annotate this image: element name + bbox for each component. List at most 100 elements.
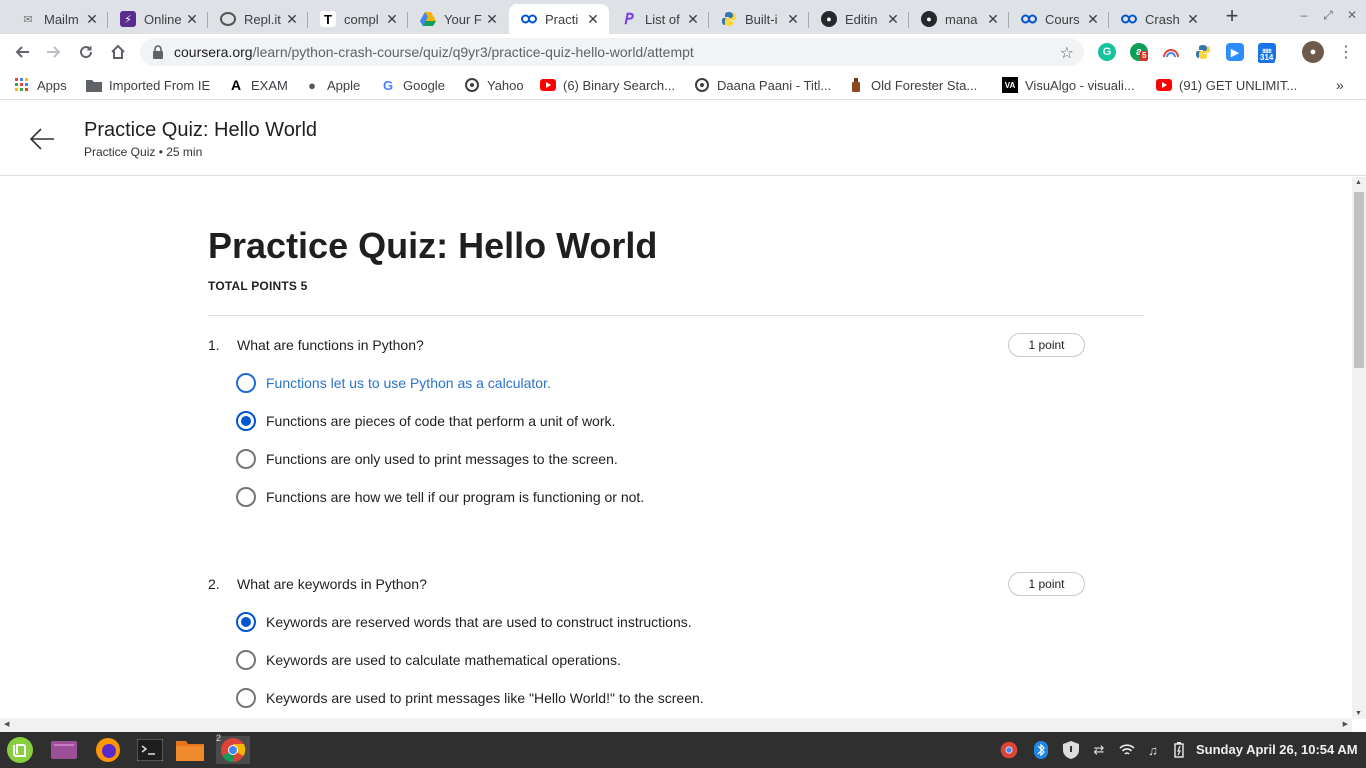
bookmark-old-forester[interactable]: Old Forester Sta... xyxy=(848,76,977,94)
header-subtitle: Practice Quiz • 25 min xyxy=(84,145,203,159)
scroll-up-icon[interactable]: ▲ xyxy=(1355,179,1362,186)
tab-cours[interactable]: Cours ✕ xyxy=(1009,4,1109,34)
bookmark-google[interactable]: G Google xyxy=(380,76,445,94)
answer-option[interactable]: Functions are only used to print message… xyxy=(236,447,618,471)
menu-kebab-icon[interactable]: ⋮ xyxy=(1334,40,1358,64)
p-icon: 𝘗 xyxy=(624,11,634,28)
answer-option[interactable]: Keywords are used to calculate mathemati… xyxy=(236,648,621,672)
tab-built-in[interactable]: Built-i ✕ xyxy=(709,4,809,34)
tab-mana[interactable]: ● mana ✕ xyxy=(909,4,1009,34)
mint-menu-icon[interactable] xyxy=(6,736,34,764)
radio-button[interactable] xyxy=(236,487,256,507)
horizontal-scrollbar[interactable]: ◀ ▶ xyxy=(0,718,1352,732)
chrome-taskbar-icon[interactable]: 2 xyxy=(216,733,250,764)
radio-button[interactable] xyxy=(236,373,256,393)
tab-list-of[interactable]: 𝘗 List of ✕ xyxy=(609,4,709,34)
bookmark-get-unlimited[interactable]: (91) GET UNLIMIT... xyxy=(1156,76,1297,94)
window-count: 2 xyxy=(216,733,222,743)
page-content: Practice Quiz: Hello World Practice Quiz… xyxy=(0,101,1366,719)
network-icon[interactable]: ⇄ xyxy=(1090,742,1108,758)
extension-badge: 5 xyxy=(1140,51,1149,61)
scroll-right-icon[interactable]: ▶ xyxy=(1343,720,1348,728)
quiz-title: Practice Quiz: Hello World xyxy=(208,225,658,266)
bluetooth-icon[interactable] xyxy=(1032,741,1050,759)
wifi-icon[interactable] xyxy=(1118,742,1136,758)
music-icon[interactable]: ♫ xyxy=(1144,742,1162,758)
back-button[interactable] xyxy=(10,40,34,64)
close-icon[interactable]: ✕ xyxy=(785,11,801,27)
radio-button[interactable] xyxy=(236,449,256,469)
firefox-icon[interactable] xyxy=(94,736,122,764)
bookmark-apps[interactable]: Apps xyxy=(14,76,67,94)
bookmark-visualgo[interactable]: VA VisuAlgo - visuali... xyxy=(1002,76,1135,94)
zoom-video-icon[interactable]: ▶ xyxy=(1226,43,1244,61)
bookmark-imported-from-ie[interactable]: Imported From IE xyxy=(86,76,210,94)
file-manager-icon[interactable] xyxy=(176,736,204,764)
mail-icon: ✉ xyxy=(23,13,33,26)
tab-online[interactable]: ⚡ Online ✕ xyxy=(108,4,208,34)
profile-avatar[interactable]: ● xyxy=(1302,41,1324,63)
scroll-down-icon[interactable]: ▼ xyxy=(1355,710,1362,717)
close-icon[interactable]: ✕ xyxy=(985,11,1001,27)
minimize-icon[interactable]: – xyxy=(1296,8,1312,22)
bookmark-apple[interactable]: ● Apple xyxy=(304,76,360,94)
tab-crash[interactable]: Crash ✕ xyxy=(1109,4,1209,34)
address-bar[interactable]: coursera.org/learn/python-crash-course/q… xyxy=(140,38,1084,66)
close-icon[interactable]: ✕ xyxy=(1085,11,1101,27)
tab-editing[interactable]: ● Editin ✕ xyxy=(809,4,909,34)
terminal-icon[interactable] xyxy=(136,736,164,764)
close-icon[interactable]: ✕ xyxy=(685,11,701,27)
github-icon: ● xyxy=(821,11,837,27)
answer-option[interactable]: Keywords are used to print messages like… xyxy=(236,686,704,710)
bookmark-star-icon[interactable]: ☆ xyxy=(1060,43,1074,63)
scrollbar-thumb[interactable] xyxy=(1354,192,1364,368)
battery-icon[interactable] xyxy=(1170,742,1188,758)
restore-icon[interactable]: ⤢ xyxy=(1320,8,1336,23)
calendar-extension-icon[interactable]: ▦ 314 xyxy=(1258,43,1276,63)
home-button[interactable] xyxy=(106,40,130,64)
shield-icon[interactable] xyxy=(1062,741,1080,759)
grammarly-icon[interactable]: G xyxy=(1098,43,1116,61)
bookmark-binary-search[interactable]: (6) Binary Search... xyxy=(540,76,675,94)
close-icon[interactable]: ✕ xyxy=(585,11,601,27)
youtube-icon xyxy=(1156,77,1172,93)
close-icon[interactable]: ✕ xyxy=(885,11,901,27)
bookmark-daana-paani[interactable]: Daana Paani - Titl... xyxy=(694,76,831,94)
rainbow-extension-icon[interactable] xyxy=(1162,43,1180,61)
drive-icon xyxy=(420,11,436,27)
tab-replit[interactable]: Repl.it ✕ xyxy=(208,4,308,34)
reload-button[interactable] xyxy=(74,40,98,64)
tab-practice-quiz[interactable]: Practi ✕ xyxy=(509,4,609,34)
close-icon[interactable]: ✕ xyxy=(384,11,400,27)
vertical-scrollbar[interactable]: ▲ ▼ xyxy=(1352,177,1366,719)
bookmark-yahoo[interactable]: Yahoo xyxy=(464,76,524,94)
chrome-tray-icon[interactable] xyxy=(1000,741,1018,759)
radio-button[interactable] xyxy=(236,650,256,670)
answer-option[interactable]: Functions are how we tell if our program… xyxy=(236,485,644,509)
system-clock[interactable]: Sunday April 26, 10:54 AM xyxy=(1196,742,1358,757)
answer-option[interactable]: Functions are pieces of code that perfor… xyxy=(236,409,615,433)
python-extension-icon[interactable] xyxy=(1194,43,1212,61)
tab-compl[interactable]: T compl ✕ xyxy=(308,4,408,34)
close-window-icon[interactable]: ✕ xyxy=(1344,8,1360,22)
radio-button[interactable] xyxy=(236,411,256,431)
answer-option[interactable]: Keywords are reserved words that are use… xyxy=(236,610,692,634)
close-icon[interactable]: ✕ xyxy=(284,11,300,27)
new-tab-button[interactable]: + xyxy=(1220,5,1244,29)
answer-option[interactable]: Functions let us to use Python as a calc… xyxy=(236,371,551,395)
show-desktop-icon[interactable] xyxy=(50,736,78,764)
extension-a-icon[interactable]: a 5 xyxy=(1130,43,1149,61)
radio-button[interactable] xyxy=(236,688,256,708)
more-bookmarks-icon[interactable]: » xyxy=(1336,76,1344,94)
tab-your-f[interactable]: Your F ✕ xyxy=(408,4,508,34)
tab-mailm[interactable]: ✉ Mailm ✕ xyxy=(8,4,108,34)
close-icon[interactable]: ✕ xyxy=(184,11,200,27)
close-icon[interactable]: ✕ xyxy=(84,11,100,27)
forward-button[interactable] xyxy=(42,40,66,64)
radio-button[interactable] xyxy=(236,612,256,632)
back-arrow-icon[interactable] xyxy=(28,125,56,153)
scroll-left-icon[interactable]: ◀ xyxy=(4,720,9,728)
close-icon[interactable]: ✕ xyxy=(1185,11,1201,27)
bookmark-exam[interactable]: A EXAM xyxy=(228,76,288,94)
close-icon[interactable]: ✕ xyxy=(484,11,500,27)
